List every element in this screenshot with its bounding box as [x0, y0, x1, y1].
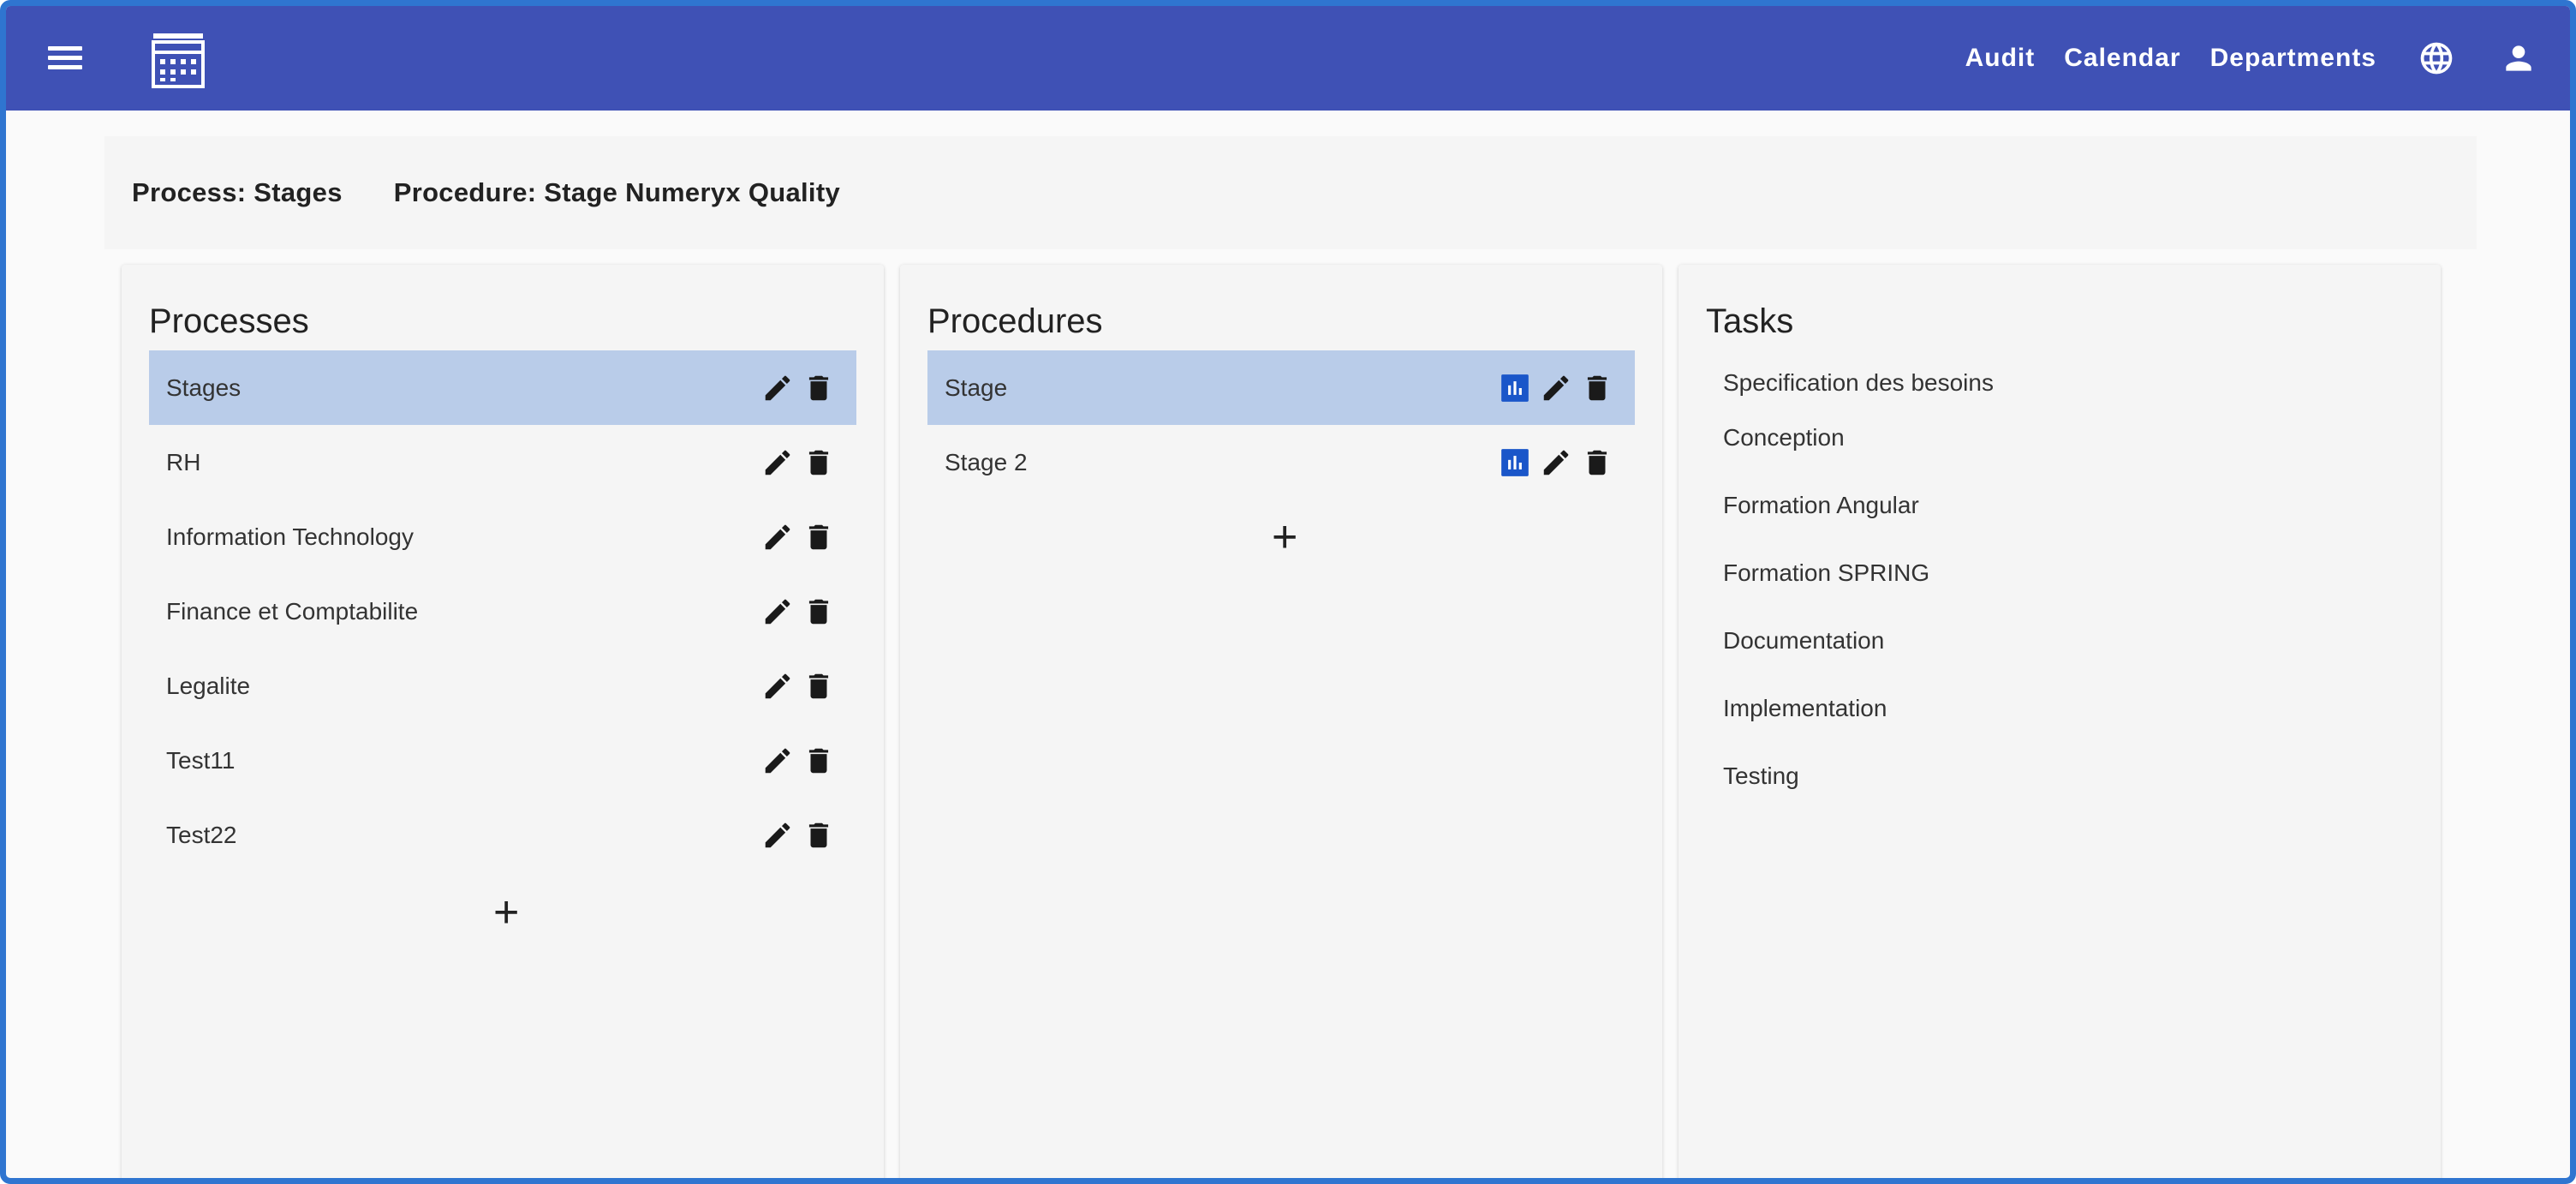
process-item[interactable]: Information Technology	[149, 499, 856, 574]
process-item-label: Information Technology	[166, 523, 414, 550]
task-item[interactable]: Implementation	[1706, 674, 2413, 742]
processes-card: Processes Stages RH Information Technolo…	[122, 265, 884, 1178]
add-procedure-button[interactable]: +	[1272, 515, 1297, 559]
delete-icon[interactable]	[1580, 371, 1614, 405]
nav-audit[interactable]: Audit	[1965, 44, 2036, 73]
process-actions	[754, 499, 836, 574]
process-actions	[754, 425, 836, 499]
task-item[interactable]: Formation Angular	[1706, 471, 2413, 539]
edit-icon[interactable]	[760, 520, 795, 554]
processes-title: Processes	[149, 302, 309, 340]
delete-icon[interactable]	[802, 744, 836, 778]
app-window: Audit Calendar Departments Process: Stag…	[0, 0, 2576, 1184]
top-toolbar: Audit Calendar Departments	[6, 6, 2570, 111]
account-icon[interactable]	[2496, 36, 2541, 81]
process-item[interactable]: Legalite	[149, 649, 856, 723]
bar-chart-icon[interactable]	[1498, 445, 1532, 480]
breadcrumb: Process: Stages Procedure: Stage Numeryx…	[104, 136, 2477, 249]
delete-icon[interactable]	[1580, 445, 1614, 480]
bar-chart-icon[interactable]	[1498, 371, 1532, 405]
delete-icon[interactable]	[802, 520, 836, 554]
tasks-list: Specification des besoins Conception For…	[1706, 369, 2413, 810]
edit-icon[interactable]	[760, 445, 795, 480]
edit-icon[interactable]	[760, 669, 795, 703]
add-process-button[interactable]: +	[493, 890, 519, 935]
nav-departments[interactable]: Departments	[2210, 44, 2376, 73]
breadcrumb-procedure: Procedure: Stage Numeryx Quality	[393, 177, 841, 207]
task-item[interactable]: Formation SPRING	[1706, 539, 2413, 607]
task-item[interactable]: Specification des besoins	[1706, 369, 2413, 404]
nav-calendar[interactable]: Calendar	[2064, 44, 2180, 73]
process-actions	[754, 798, 836, 872]
procedure-actions	[1491, 425, 1614, 499]
process-item-label: Legalite	[166, 672, 251, 699]
process-item[interactable]: Test11	[149, 723, 856, 798]
tasks-card: Tasks Specification des besoins Concepti…	[1679, 265, 2441, 1178]
process-actions	[754, 574, 836, 649]
task-item[interactable]: Testing	[1706, 742, 2413, 810]
delete-icon[interactable]	[802, 669, 836, 703]
procedure-actions	[1491, 350, 1614, 425]
process-item[interactable]: RH	[149, 425, 856, 499]
process-item-label: Test11	[166, 746, 236, 774]
delete-icon[interactable]	[802, 818, 836, 852]
edit-icon[interactable]	[760, 744, 795, 778]
procedure-item[interactable]: Stage 2	[927, 425, 1635, 499]
process-item[interactable]: Finance et Comptabilite	[149, 574, 856, 649]
process-actions	[754, 649, 836, 723]
process-actions	[754, 350, 836, 425]
edit-icon[interactable]	[1539, 371, 1573, 405]
globe-icon[interactable]	[2414, 36, 2459, 81]
delete-icon[interactable]	[802, 595, 836, 629]
edit-icon[interactable]	[1539, 445, 1573, 480]
edit-icon[interactable]	[760, 371, 795, 405]
delete-icon[interactable]	[802, 371, 836, 405]
task-item[interactable]: Documentation	[1706, 607, 2413, 674]
process-item-label: Finance et Comptabilite	[166, 597, 419, 625]
delete-icon[interactable]	[802, 445, 836, 480]
process-actions	[754, 723, 836, 798]
procedures-title: Procedures	[927, 302, 1103, 340]
process-item[interactable]: Stages	[149, 350, 856, 425]
procedure-item-label: Stage	[945, 374, 1008, 401]
top-nav: Audit Calendar Departments	[1965, 6, 2570, 111]
process-item-label: Stages	[166, 374, 242, 401]
menu-icon[interactable]	[44, 39, 86, 77]
procedure-item-label: Stage 2	[945, 448, 1028, 475]
edit-icon[interactable]	[760, 818, 795, 852]
process-item-label: Test22	[166, 821, 237, 848]
procedures-list: Stage Stage 2	[927, 350, 1635, 499]
task-item[interactable]: Conception	[1706, 404, 2413, 471]
processes-list: Stages RH Information Technology Finance…	[149, 350, 856, 872]
process-item[interactable]: Test22	[149, 798, 856, 872]
procedure-item[interactable]: Stage	[927, 350, 1635, 425]
breadcrumb-process: Process: Stages	[132, 177, 343, 207]
procedures-card: Procedures Stage Stage 2 +	[900, 265, 1662, 1178]
edit-icon[interactable]	[760, 595, 795, 629]
app-logo-icon[interactable]	[152, 32, 205, 88]
tasks-title: Tasks	[1706, 302, 1794, 340]
process-item-label: RH	[166, 448, 201, 475]
